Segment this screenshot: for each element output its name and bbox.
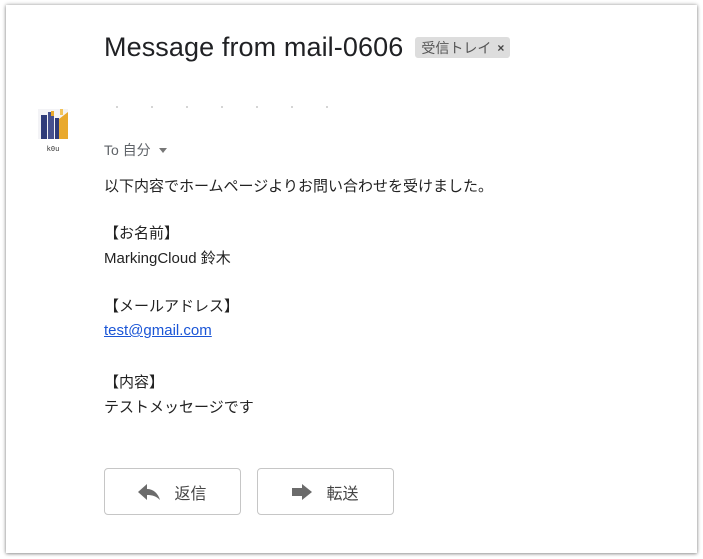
content-heading: 【内容】 xyxy=(104,374,165,391)
forward-button[interactable]: 転送 xyxy=(257,468,394,515)
reply-icon xyxy=(138,483,161,500)
name-heading: 【お名前】 xyxy=(104,225,180,242)
body-intro: 以下内容でホームページよりお問い合わせを受けました。 xyxy=(104,178,493,195)
email-link[interactable]: test@gmail.com xyxy=(104,322,212,339)
reply-button-label: 返信 xyxy=(174,485,207,503)
chevron-down-icon xyxy=(158,147,167,153)
subject-row: Message from mail-0606 受信トレイ × xyxy=(104,32,511,63)
remove-label-icon[interactable]: × xyxy=(497,41,504,55)
recipient-text: To 自分 xyxy=(104,142,151,158)
reply-button[interactable]: 返信 xyxy=(104,468,241,515)
email-window: Message from mail-0606 受信トレイ × k0u To 自分… xyxy=(6,5,697,553)
inbox-label-chip[interactable]: 受信トレイ × xyxy=(415,37,511,58)
email-subject: Message from mail-0606 xyxy=(104,32,404,62)
sender-placeholder xyxy=(116,106,328,108)
forward-button-label: 転送 xyxy=(326,485,359,503)
recipient-details-toggle[interactable]: To 自分 xyxy=(104,140,167,160)
avatar-icon xyxy=(38,109,68,139)
avatar-caption: k0u xyxy=(46,145,60,153)
email-heading: 【メールアドレス】 xyxy=(104,298,240,315)
sender-avatar[interactable]: k0u xyxy=(38,109,74,153)
inbox-label-text: 受信トレイ xyxy=(421,39,492,56)
forward-arrow-icon xyxy=(292,483,313,500)
name-value: MarkingCloud 鈴木 xyxy=(104,250,231,267)
content-value: テストメッセージです xyxy=(104,399,254,416)
